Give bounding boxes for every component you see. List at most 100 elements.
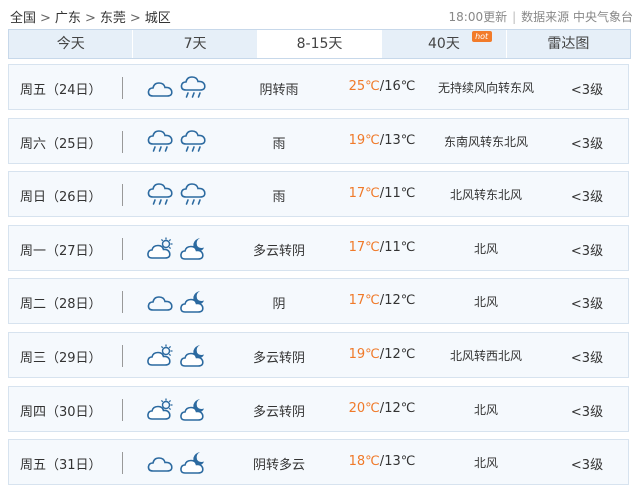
temp-low: 12℃	[384, 400, 416, 416]
temp-high: 17℃	[348, 186, 380, 202]
forecast-row: 周六（25日） 雨 19℃/13℃ 东南风转东北风 <3级	[8, 117, 629, 164]
temperature: 20℃/12℃	[337, 401, 427, 416]
weather-desc: 阴转雨	[259, 83, 299, 98]
wind-direction: 东南风转东北风	[443, 134, 528, 149]
temp-low: 13℃	[384, 132, 416, 148]
breadcrumb-item-country[interactable]: 全国	[10, 7, 36, 26]
weather-desc: 多云转阴	[252, 404, 305, 420]
forecast-date: 周五（31日）	[20, 458, 102, 474]
weather-icons	[147, 129, 211, 155]
row-divider	[122, 291, 123, 314]
forecast-tabs: 今天 7天 8-15天 40天 hot 雷达图	[8, 29, 631, 59]
wind-direction: 北风	[473, 241, 498, 256]
tab-40-days-label: 40天	[428, 36, 460, 52]
row-divider	[122, 237, 123, 260]
forecast-date: 周日（26日）	[20, 190, 102, 206]
tab-8-15-days[interactable]: 8-15天	[257, 30, 383, 58]
breadcrumb-separator: >	[129, 11, 141, 26]
wind-level: <3级	[570, 243, 604, 259]
breadcrumb-item-province[interactable]: 广东	[55, 7, 81, 26]
forecast-row: 周五（31日） 阴转多云 18℃/13℃ 北风 <3级	[8, 439, 629, 486]
breadcrumb-separator: >	[84, 11, 96, 26]
forecast-row: 周三（29日） 多云转阴 19℃/12℃ 北风转西北风 <3级	[8, 332, 629, 378]
wind-direction: 北风	[473, 456, 498, 471]
row-divider	[122, 452, 123, 475]
weather-desc: 阴	[272, 297, 286, 313]
wind-level: <3级	[570, 404, 604, 420]
forecast-row: 周五（24日） 阴转雨 25℃/16℃ 无持续风向转东风 <3级	[8, 64, 629, 110]
temp-low: 16℃	[384, 79, 416, 94]
weather-icons	[147, 450, 211, 476]
temp-low: 13℃	[384, 454, 416, 470]
temperature: 17℃/11℃	[337, 240, 427, 255]
breadcrumb-separator: >	[40, 11, 51, 26]
weather-desc: 雨	[272, 136, 286, 152]
update-info: 18:00更新 | 数据来源 中央气象台	[449, 8, 633, 25]
temp-high: 17℃	[348, 293, 380, 309]
temperature: 17℃/12℃	[337, 293, 427, 308]
wind-level: <3级	[570, 190, 604, 206]
wind-direction: 北风	[473, 295, 498, 310]
row-divider	[122, 77, 123, 99]
temperature: 17℃/11℃	[337, 186, 427, 201]
wind-level: <3级	[570, 458, 604, 474]
tab-40-days[interactable]: 40天 hot	[382, 30, 507, 58]
forecast-date: 周三（29日）	[20, 351, 102, 366]
weather-icons	[147, 343, 211, 369]
weather-icons	[147, 182, 211, 208]
forecast-date: 周六（25日）	[20, 136, 102, 152]
wind-direction: 北风转东北风	[449, 188, 522, 203]
forecast-date: 周一（27日）	[20, 243, 102, 259]
temp-high: 19℃	[348, 132, 380, 148]
breadcrumb-item-city[interactable]: 东莞	[100, 7, 126, 26]
temp-high: 18℃	[348, 454, 380, 470]
breadcrumb: 全国 > 广东 > 东莞 > 城区	[10, 7, 171, 26]
temp-high: 17℃	[348, 239, 380, 255]
temp-low: 11℃	[384, 186, 416, 202]
weather-desc: 多云转阴	[252, 243, 305, 259]
forecast-date: 周五（24日）	[20, 83, 102, 98]
row-divider	[122, 184, 123, 207]
weather-icons	[147, 397, 211, 423]
weather-desc: 多云转阴	[252, 351, 305, 366]
temp-high: 20℃	[348, 400, 380, 416]
data-source: 数据来源 中央气象台	[521, 10, 633, 24]
temp-low: 12℃	[384, 347, 416, 362]
row-divider	[122, 345, 123, 367]
wind-direction: 北风转西北风	[449, 349, 522, 363]
forecast-row: 周四（30日） 多云转阴 20℃/12℃ 北风 <3级	[8, 385, 629, 432]
tab-today[interactable]: 今天	[9, 30, 134, 58]
wind-direction: 无持续风向转东风	[437, 81, 534, 95]
temp-low: 11℃	[384, 239, 416, 255]
weather-desc: 雨	[272, 190, 286, 206]
wind-level: <3级	[570, 351, 604, 366]
meta-divider: |	[512, 10, 517, 24]
temperature: 19℃/12℃	[337, 347, 427, 362]
wind-level: <3级	[570, 136, 604, 152]
row-divider	[122, 130, 123, 153]
weather-desc: 阴转多云	[252, 458, 305, 474]
tab-7-days[interactable]: 7天	[133, 30, 258, 58]
update-time: 18:00更新	[448, 10, 508, 24]
temp-high: 25℃	[348, 79, 380, 94]
temp-high: 19℃	[348, 347, 380, 362]
tab-radar[interactable]: 雷达图	[507, 30, 630, 58]
wind-level: <3级	[570, 83, 604, 98]
wind-level: <3级	[570, 297, 604, 313]
temperature: 25℃/16℃	[337, 79, 427, 94]
temperature: 19℃/13℃	[337, 133, 427, 148]
wind-direction: 北风	[473, 402, 498, 417]
forecast-row: 周二（28日） 阴 17℃/12℃ 北风 <3级	[8, 278, 629, 325]
breadcrumb-item-district: 城区	[144, 11, 171, 26]
weather-icons	[147, 289, 211, 315]
temp-low: 12℃	[384, 293, 416, 309]
weather-icons	[147, 236, 211, 262]
weather-icons	[147, 75, 211, 101]
hot-badge: hot	[471, 31, 492, 42]
forecast-row: 周日（26日） 雨 17℃/11℃ 北风转东北风 <3级	[8, 171, 629, 218]
temperature: 18℃/13℃	[337, 454, 427, 469]
forecast-date: 周二（28日）	[20, 297, 102, 313]
row-divider	[122, 398, 123, 421]
top-bar: 全国 > 广东 > 东莞 > 城区 18:00更新 | 数据来源 中央气象台	[0, 0, 641, 30]
forecast-date: 周四（30日）	[20, 404, 102, 420]
